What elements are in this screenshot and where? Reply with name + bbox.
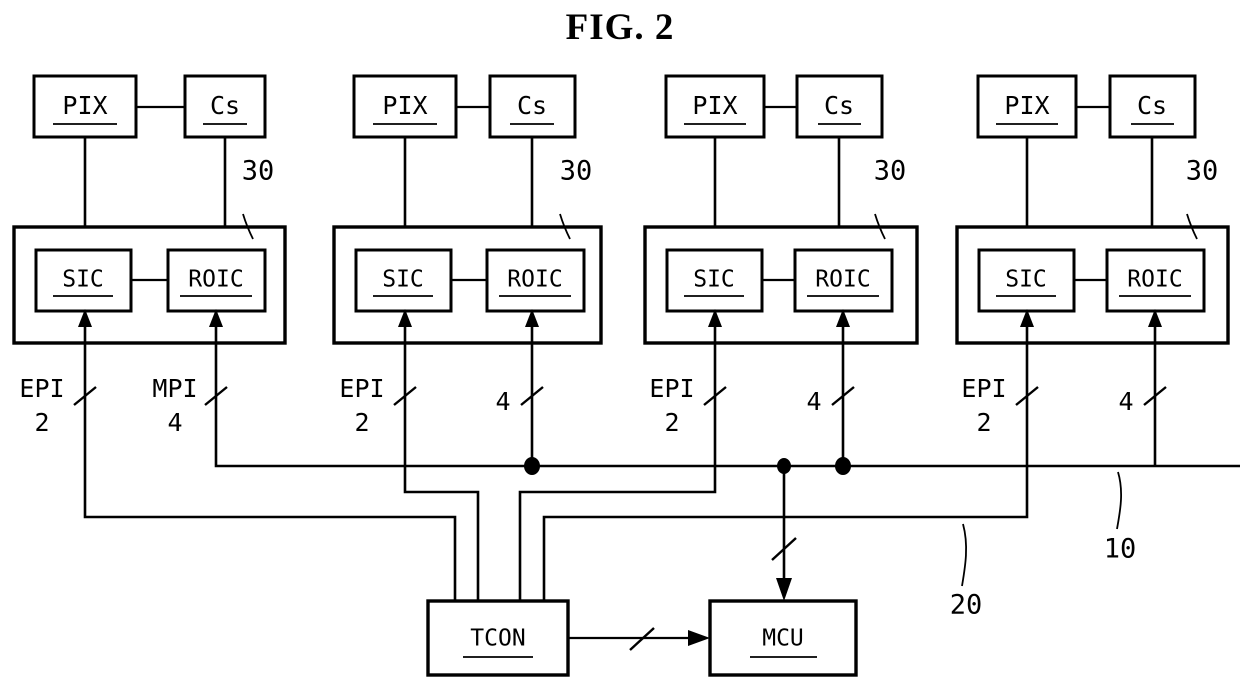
sic-label-2: SIC <box>693 267 735 293</box>
epi-bus-name-0: EPI <box>19 374 64 403</box>
epi-bus-name-1: EPI <box>339 374 384 403</box>
mpi-bus-junction-dot-2 <box>835 457 851 475</box>
pix-label-0: PIX <box>62 91 107 120</box>
epi-bus-width-3: 2 <box>976 408 991 437</box>
epi-bus-width-0: 2 <box>34 408 49 437</box>
pix-label-1: PIX <box>382 91 427 120</box>
cs-label-2: Cs <box>824 91 854 120</box>
cs-label-0: Cs <box>210 91 240 120</box>
column-group-2: PIX Cs 30 SIC ROIC EPI 2 4 <box>643 74 919 437</box>
ref-30-label-0: 30 <box>242 156 275 187</box>
cs-label-3: Cs <box>1137 91 1167 120</box>
epi-bus-width-2: 2 <box>664 408 679 437</box>
ref-10-leader <box>1116 471 1123 530</box>
epi-bus-width-1: 2 <box>354 408 369 437</box>
epi-route-col1 <box>403 343 480 601</box>
pix-label-2: PIX <box>692 91 737 120</box>
ref-30-label-2: 30 <box>874 156 907 187</box>
column-group-0: PIX Cs 30 SIC ROIC EPI 2 MPI 4 <box>12 74 287 437</box>
roic-label-3: ROIC <box>1127 267 1182 293</box>
pix-label-3: PIX <box>1004 91 1049 120</box>
column-group-1: PIX Cs 30 SIC ROIC EPI 2 4 <box>332 74 603 437</box>
tcon-mcu-arrowhead <box>688 630 710 646</box>
mpi-bus-name-0: MPI <box>152 374 197 403</box>
ref-20-label: 20 <box>950 590 983 621</box>
tcon-label: TCON <box>470 626 525 652</box>
roic-label-1: ROIC <box>507 267 562 293</box>
mcu-label: MCU <box>762 626 804 652</box>
patent-figure: FIG. 2 PIX Cs 30 SIC ROIC EPI 2 MPI 4 PI… <box>0 0 1240 698</box>
roic-label-0: ROIC <box>188 267 243 293</box>
block-diagram-canvas: PIX Cs 30 SIC ROIC EPI 2 MPI 4 PIX Cs 30… <box>12 74 1240 677</box>
sic-label-1: SIC <box>382 267 424 293</box>
roic-label-2: ROIC <box>815 267 870 293</box>
mcu-tap-arrowhead <box>776 578 792 601</box>
epi-bus-name-3: EPI <box>961 374 1006 403</box>
mpi-bus-width-0: 4 <box>167 408 182 437</box>
ref-20-leader <box>961 523 968 587</box>
mpi-bus-width-3: 4 <box>1118 387 1133 416</box>
mcu-tap-group <box>771 466 797 601</box>
epi-bus-name-2: EPI <box>649 374 694 403</box>
mpi-bus-width-1: 4 <box>495 387 510 416</box>
mpi-bus-main-line <box>214 343 1240 468</box>
tcon-mcu-link-group <box>568 627 710 651</box>
ref-10-label: 10 <box>1104 534 1137 565</box>
column-group-3: PIX Cs 30 SIC ROIC EPI 2 4 <box>955 74 1230 437</box>
epi-route-col0 <box>83 343 457 601</box>
tcon-group: TCON <box>426 599 570 677</box>
ref-30-label-1: 30 <box>560 156 593 187</box>
sic-label-0: SIC <box>62 267 104 293</box>
ref-30-label-3: 30 <box>1186 156 1219 187</box>
mpi-bus-junction-dot-1 <box>524 457 540 475</box>
mpi-bus-width-2: 4 <box>806 387 821 416</box>
cs-label-1: Cs <box>517 91 547 120</box>
epi-bus-group: 20 <box>83 343 1029 621</box>
mcu-group: MCU <box>708 599 858 677</box>
sic-label-3: SIC <box>1005 267 1047 293</box>
